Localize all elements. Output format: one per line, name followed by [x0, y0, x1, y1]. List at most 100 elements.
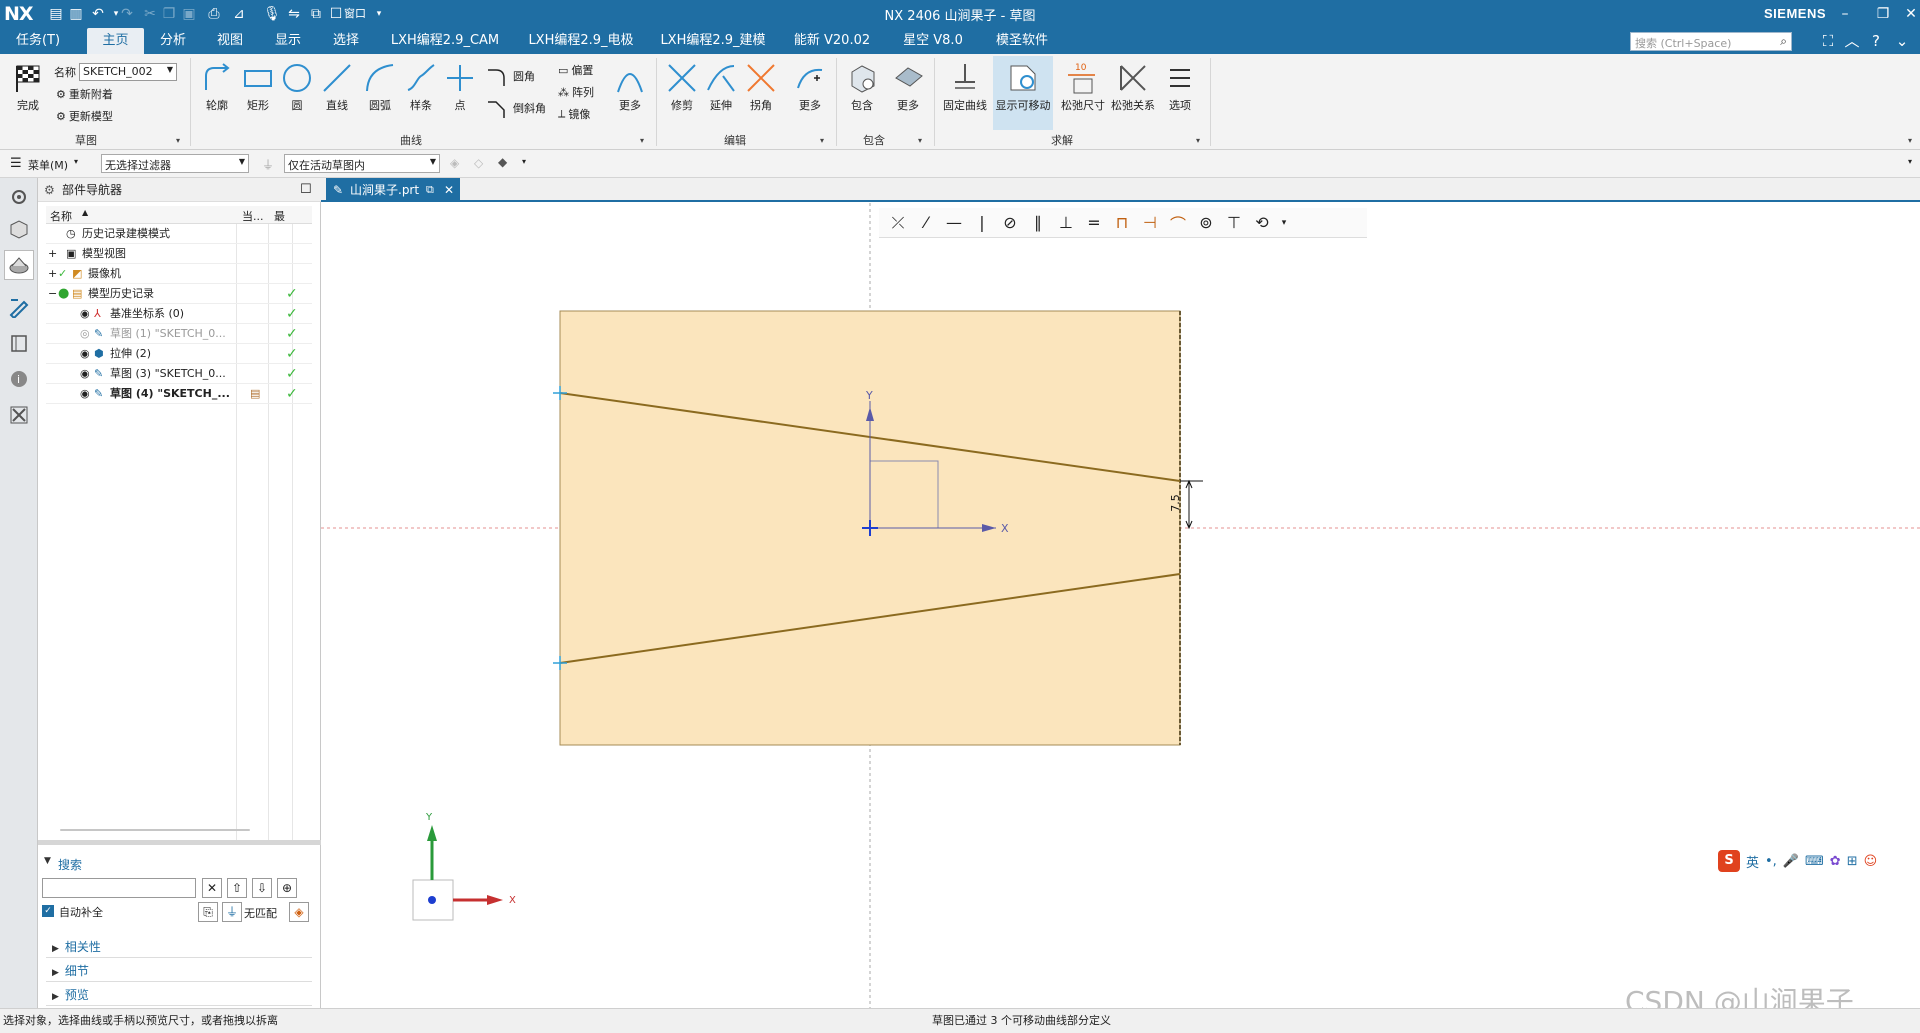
search-section-header[interactable]: ▼ 搜索: [38, 854, 321, 874]
constraint-more-icon[interactable]: ▾: [1277, 218, 1291, 228]
tab-analysis[interactable]: 分析: [150, 28, 196, 54]
equal-length-icon[interactable]: =: [1081, 213, 1107, 232]
navigator-search-input[interactable]: [42, 878, 196, 898]
tab-lxh-cam[interactable]: LXH编程2.9_CAM: [383, 28, 507, 54]
close-tab-icon[interactable]: ✕: [444, 178, 454, 202]
offset-button[interactable]: ▭ 偏置: [558, 62, 593, 78]
ime-punctuation-icon[interactable]: •,: [1765, 854, 1777, 869]
tree-row-model-views[interactable]: + ▣ 模型视图: [46, 244, 312, 264]
solve-group-dropdown-icon[interactable]: ▾: [1196, 136, 1200, 145]
ribbon-overflow-icon[interactable]: ▾: [1908, 136, 1912, 145]
sketch-group-dropdown-icon[interactable]: ▾: [176, 136, 180, 145]
expand-icon[interactable]: +: [48, 244, 57, 264]
tab-home[interactable]: 主页: [87, 28, 144, 54]
chamfer-button[interactable]: 倒斜角: [486, 98, 546, 118]
eye-icon[interactable]: ◉: [80, 384, 90, 404]
fillet-button[interactable]: 圆角: [486, 66, 535, 86]
options-dropdown-icon[interactable]: ⌄: [1892, 31, 1912, 51]
scope-select[interactable]: 仅在活动草图内 ▼: [284, 154, 440, 173]
show-movable-button[interactable]: 显示可移动: [993, 56, 1053, 130]
details-section[interactable]: ▶ 细节: [46, 960, 312, 982]
search-down-icon[interactable]: ⇩: [252, 878, 272, 898]
tree-row-sketch-4-active[interactable]: ◉ ✎ 草图 (4) "SKETCH_... ▤ ✓: [46, 384, 312, 404]
fix-curve-button[interactable]: 固定曲线: [940, 60, 990, 113]
trim-button[interactable]: 修剪: [663, 60, 701, 113]
coincident-icon[interactable]: ⤫: [885, 213, 911, 233]
tab-lxh-modeling[interactable]: LXH编程2.9_建模: [655, 28, 771, 54]
fixed-icon[interactable]: ⊓: [1109, 213, 1135, 232]
search-scope-icon[interactable]: ⎘: [198, 902, 218, 922]
maximize-panel-icon[interactable]: ☐: [300, 178, 312, 202]
update-model-button[interactable]: ⚙ 更新模型: [56, 108, 113, 124]
command-search-input[interactable]: 搜索 (Ctrl+Space) ⌕: [1630, 32, 1792, 51]
circle-button[interactable]: 圆: [278, 60, 316, 113]
search-filter-icon[interactable]: ⏚: [222, 902, 242, 922]
clear-search-icon[interactable]: ✕: [202, 878, 222, 898]
tab-display[interactable]: 显示: [265, 28, 311, 54]
panel-splitter[interactable]: [38, 840, 321, 845]
column-current[interactable]: 当...: [242, 208, 264, 224]
tree-row-cameras[interactable]: + ✓ ◩ 摄像机: [46, 264, 312, 284]
ime-keyboard-icon[interactable]: ⌨: [1805, 854, 1824, 869]
search-options-icon[interactable]: ⊕: [277, 878, 297, 898]
type-filter-select[interactable]: 无选择过滤器 ▼: [101, 154, 249, 173]
eye-icon[interactable]: ◉: [80, 304, 90, 324]
ime-skin-icon[interactable]: ✿: [1830, 854, 1841, 869]
extend-button[interactable]: 延伸: [702, 60, 740, 113]
tab-nengxin[interactable]: 能新 V20.02: [788, 28, 876, 54]
profile-button[interactable]: 轮廓: [198, 60, 236, 113]
selection-bar-overflow-icon[interactable]: ▾: [1908, 157, 1912, 166]
restore-icon[interactable]: ❐: [1872, 3, 1894, 25]
sketch-name-select[interactable]: SKETCH_002 ▼: [79, 63, 177, 81]
relax-relations-button[interactable]: 松弛关系: [1108, 60, 1158, 113]
ime-logo-icon[interactable]: S: [1718, 850, 1740, 872]
horizontal-icon[interactable]: —: [941, 213, 967, 232]
eye-icon[interactable]: ◉: [80, 344, 90, 364]
reattach-button[interactable]: ⚙ 重新附着: [56, 86, 113, 102]
sketch-canvas[interactable]: Y X 7.5 Y X: [321, 203, 1920, 1008]
settings-icon[interactable]: [4, 182, 34, 212]
autocomplete-checkbox[interactable]: ✓ 自动补全: [42, 903, 162, 921]
collapse-icon[interactable]: −: [48, 284, 57, 304]
spline-button[interactable]: 样条: [402, 60, 440, 113]
ime-avatar-icon[interactable]: ☺: [1864, 854, 1878, 869]
vertical-icon[interactable]: |: [969, 213, 995, 232]
search-icon[interactable]: ⌕: [1780, 34, 1787, 49]
rectangle-button[interactable]: 矩形: [239, 60, 277, 113]
include-more-button[interactable]: 更多: [889, 60, 927, 113]
help-icon[interactable]: ?: [1866, 31, 1886, 51]
tools-icon[interactable]: [4, 400, 34, 430]
pattern-button[interactable]: ⁂ 阵列: [558, 84, 594, 100]
tree-row-datum-csys[interactable]: ◉ ⅄ 基准坐标系 (0) ✓: [46, 304, 312, 324]
column-latest[interactable]: 最: [274, 208, 285, 224]
eye-hidden-icon[interactable]: ◎: [80, 324, 90, 344]
menu-dropdown-icon[interactable]: ▾: [74, 157, 78, 166]
eye-icon[interactable]: ◉: [80, 364, 90, 384]
tab-lxh-electrode[interactable]: LXH编程2.9_电极: [523, 28, 639, 54]
minimize-icon[interactable]: –: [1834, 3, 1856, 25]
tab-xingkong[interactable]: 星空 V8.0: [895, 28, 971, 54]
mirror-button[interactable]: ⟂ 镜像: [558, 106, 590, 122]
pin-icon[interactable]: ⧉: [426, 178, 434, 202]
tree-row-sketch-3[interactable]: ◉ ✎ 草图 (3) "SKETCH_0... ✓: [46, 364, 312, 384]
edit-more-button[interactable]: 更多: [791, 60, 829, 113]
equal-radius-icon[interactable]: ⊚: [1193, 213, 1219, 232]
menu-hamburger-icon[interactable]: ☰: [10, 156, 22, 171]
reuse-library-icon[interactable]: [4, 328, 34, 358]
symmetric-icon[interactable]: ⟲: [1249, 213, 1275, 232]
ime-voice-icon[interactable]: 🎤: [1783, 854, 1799, 869]
finish-sketch-button[interactable]: 完成: [6, 60, 50, 113]
midpoint-icon[interactable]: ⊣: [1137, 213, 1163, 232]
tangent-icon[interactable]: ⊘: [997, 213, 1023, 232]
tab-view[interactable]: 视图: [207, 28, 253, 54]
tree-row-extrude-2[interactable]: ◉ ⬢ 拉伸 (2) ✓: [46, 344, 312, 364]
concentric-icon[interactable]: ⌒: [1165, 211, 1191, 235]
ime-toolbox-icon[interactable]: ⊞: [1847, 854, 1858, 869]
fullscreen-icon[interactable]: ⛶: [1818, 31, 1838, 51]
info-icon[interactable]: i: [4, 364, 34, 394]
perpendicular-icon[interactable]: ⊥: [1053, 213, 1079, 232]
point-on-curve-icon[interactable]: ⁄: [913, 213, 939, 232]
corner-button[interactable]: 拐角: [742, 60, 780, 113]
relax-dimension-button[interactable]: 10 松弛尺寸: [1058, 60, 1108, 113]
parallel-icon[interactable]: ∥: [1025, 213, 1051, 232]
